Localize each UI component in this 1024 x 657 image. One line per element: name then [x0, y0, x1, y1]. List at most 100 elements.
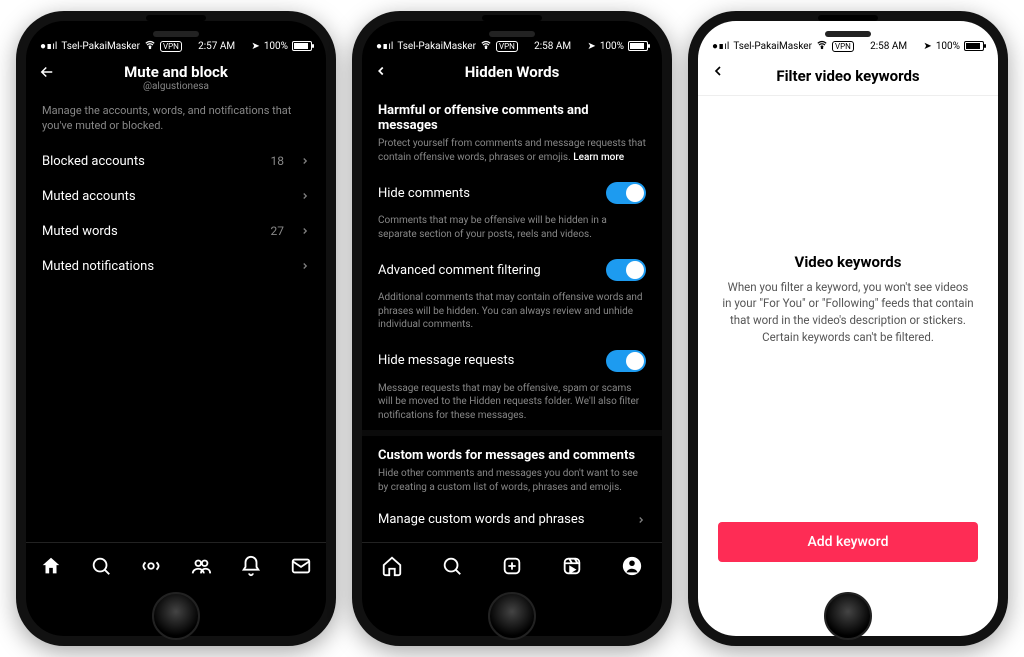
app-header: Filter video keywords: [698, 57, 998, 96]
tab-search[interactable]: [90, 555, 112, 577]
toggle-label: Advanced comment filtering: [378, 263, 541, 278]
carrier-label: Tsel-PakaiMasker: [61, 41, 140, 52]
phone-speaker: [489, 31, 535, 37]
tab-profile[interactable]: [621, 555, 643, 577]
carrier-label: Tsel-PakaiMasker: [733, 41, 812, 52]
row-label: Muted notifications: [42, 259, 154, 274]
phone-speaker: [825, 31, 871, 37]
toggle-hide-message-requests-desc: Message requests that may be offensive, …: [362, 382, 662, 431]
phone-frame-3: ●∎ıl Tsel-PakaiMasker VPN 2:58 AM ➤ 100%…: [688, 11, 1008, 646]
chevron-right-icon: [300, 156, 310, 166]
row-label: Muted accounts: [42, 189, 136, 204]
page-title: Hidden Words: [465, 63, 560, 81]
row-muted-words[interactable]: Muted words 27: [26, 214, 326, 249]
clock: 2:58 AM: [534, 41, 571, 52]
location-icon: ➤: [587, 41, 595, 52]
location-icon: ➤: [923, 41, 931, 52]
toggle-hide-message-requests[interactable]: [606, 350, 646, 372]
row-hide-message-requests: Hide message requests: [362, 340, 662, 382]
location-icon: ➤: [251, 41, 259, 52]
row-label: Muted words: [42, 224, 118, 239]
toggle-label: Hide message requests: [378, 353, 514, 368]
signal-icon: ●∎ıl: [376, 41, 393, 52]
tab-communities[interactable]: [190, 555, 212, 577]
app-header: Hidden Words: [362, 57, 662, 91]
toggle-hide-comments-desc: Comments that may be offensive will be h…: [362, 214, 662, 249]
home-button[interactable]: [488, 592, 536, 640]
phone-frame-1: ●∎ıl Tsel-PakaiMasker VPN 2:57 AM ➤ 100%…: [16, 11, 336, 646]
page-title: Filter video keywords: [776, 67, 919, 85]
chevron-right-icon: [636, 515, 646, 525]
tab-home[interactable]: [40, 555, 62, 577]
section-custom-title: Custom words for messages and comments: [362, 436, 662, 467]
battery-percent: 100%: [600, 41, 624, 52]
chevron-right-icon: [300, 261, 310, 271]
battery-percent: 100%: [264, 41, 288, 52]
back-button[interactable]: [38, 63, 56, 85]
section-harmful-desc: Protect yourself from comments and messa…: [362, 137, 662, 172]
row-hide-comments: Hide comments: [362, 172, 662, 214]
toggle-hide-comments[interactable]: [606, 182, 646, 204]
back-button[interactable]: [710, 63, 726, 83]
battery-icon: [628, 41, 648, 51]
empty-state-body: When you filter a keyword, you won't see…: [722, 279, 974, 346]
tab-reels[interactable]: [561, 555, 583, 577]
home-button[interactable]: [152, 592, 200, 640]
wifi-icon: [480, 40, 492, 53]
tab-home[interactable]: [381, 555, 403, 577]
section-harmful-title: Harmful or offensive comments and messag…: [362, 91, 662, 137]
toggle-advanced-filtering[interactable]: [606, 259, 646, 281]
tab-search[interactable]: [441, 555, 463, 577]
page-description: Manage the accounts, words, and notifica…: [26, 102, 326, 144]
vpn-badge: VPN: [160, 41, 182, 52]
tab-bar: [362, 542, 662, 588]
section-custom-desc: Hide other comments and messages you don…: [362, 467, 662, 502]
clock: 2:58 AM: [870, 41, 907, 52]
carrier-label: Tsel-PakaiMasker: [397, 41, 476, 52]
learn-more-link[interactable]: Learn more: [573, 152, 624, 163]
page-title: Mute and block: [124, 63, 228, 81]
row-advanced-filtering: Advanced comment filtering: [362, 249, 662, 291]
battery-percent: 100%: [936, 41, 960, 52]
empty-state-heading: Video keywords: [795, 253, 902, 271]
add-keyword-button[interactable]: Add keyword: [718, 522, 978, 562]
chevron-right-icon: [300, 191, 310, 201]
vpn-badge: VPN: [496, 41, 518, 52]
signal-icon: ●∎ıl: [40, 41, 57, 52]
row-muted-accounts[interactable]: Muted accounts: [26, 179, 326, 214]
signal-icon: ●∎ıl: [712, 41, 729, 52]
row-muted-notifications[interactable]: Muted notifications: [26, 249, 326, 284]
tab-bar: [26, 542, 326, 588]
toggle-advanced-filtering-desc: Additional comments that may contain off…: [362, 291, 662, 340]
status-bar: ●∎ıl Tsel-PakaiMasker VPN 2:57 AM ➤ 100%: [26, 35, 326, 57]
toggle-label: Hide comments: [378, 186, 470, 201]
battery-icon: [964, 41, 984, 51]
row-manage-custom-words[interactable]: Manage custom words and phrases: [362, 502, 662, 537]
screen-hidden-words: ●∎ıl Tsel-PakaiMasker VPN 2:58 AM ➤ 100%…: [362, 21, 662, 636]
status-bar: ●∎ıl Tsel-PakaiMasker VPN 2:58 AM ➤ 100%: [698, 35, 998, 57]
tab-create[interactable]: [501, 555, 523, 577]
vpn-badge: VPN: [832, 41, 854, 52]
phone-speaker: [153, 31, 199, 37]
row-label: Blocked accounts: [42, 154, 145, 169]
tab-messages[interactable]: [290, 555, 312, 577]
row-count: 18: [271, 154, 285, 168]
home-button[interactable]: [824, 592, 872, 640]
clock: 2:57 AM: [198, 41, 235, 52]
phone-frame-2: ●∎ıl Tsel-PakaiMasker VPN 2:58 AM ➤ 100%…: [352, 11, 672, 646]
wifi-icon: [816, 40, 828, 53]
battery-icon: [292, 41, 312, 51]
tab-notifications[interactable]: [240, 555, 262, 577]
tab-spaces[interactable]: [140, 555, 162, 577]
screen-filter-keywords: ●∎ıl Tsel-PakaiMasker VPN 2:58 AM ➤ 100%…: [698, 21, 998, 636]
chevron-right-icon: [300, 226, 310, 236]
app-header: Mute and block @algustionesa: [26, 57, 326, 102]
row-label: Manage custom words and phrases: [378, 512, 584, 527]
screen-mute-and-block: ●∎ıl Tsel-PakaiMasker VPN 2:57 AM ➤ 100%…: [26, 21, 326, 636]
back-button[interactable]: [374, 63, 388, 82]
status-bar: ●∎ıl Tsel-PakaiMasker VPN 2:58 AM ➤ 100%: [362, 35, 662, 57]
wifi-icon: [144, 40, 156, 53]
empty-state: Video keywords When you filter a keyword…: [698, 96, 998, 522]
row-count: 27: [271, 224, 285, 238]
row-blocked-accounts[interactable]: Blocked accounts 18: [26, 144, 326, 179]
